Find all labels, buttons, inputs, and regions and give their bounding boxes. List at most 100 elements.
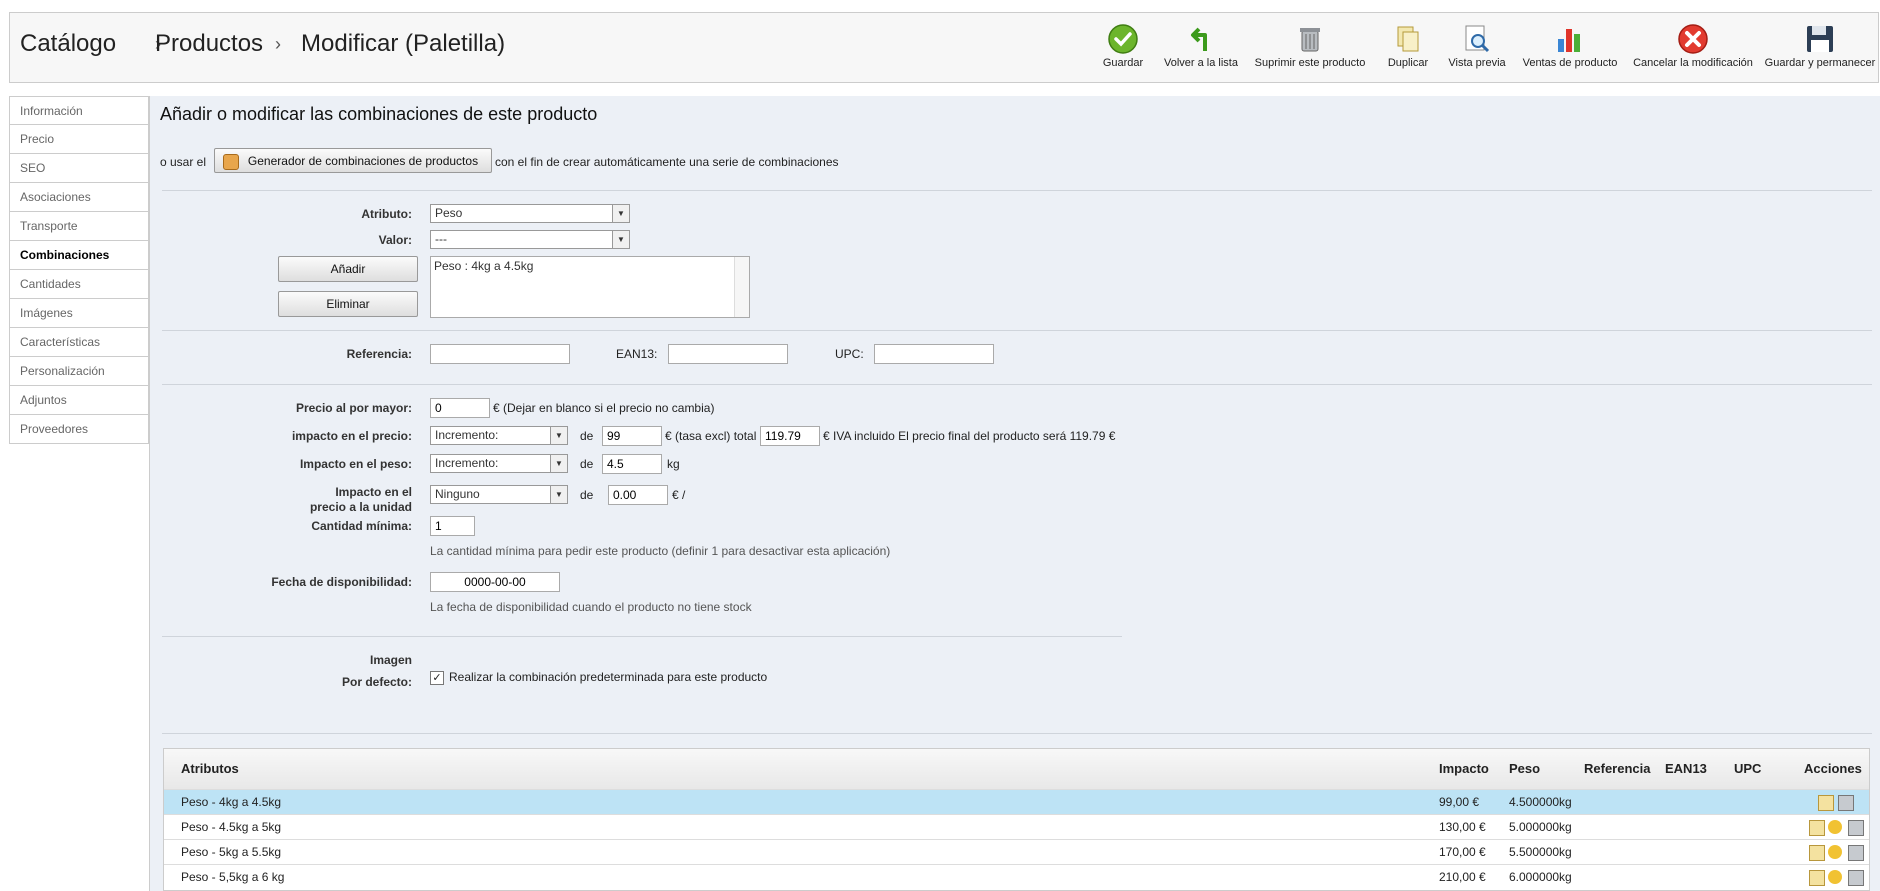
delete-icon[interactable] bbox=[1848, 820, 1864, 836]
back-arrow-icon bbox=[1191, 27, 1207, 51]
product-sales-button[interactable]: Ventas de producto bbox=[1518, 23, 1622, 69]
price-final-text: € IVA incluido El precio final del produ… bbox=[823, 429, 1116, 443]
edit-icon[interactable] bbox=[1809, 845, 1825, 861]
weight-impact-input[interactable] bbox=[602, 454, 662, 474]
delete-product-label: Suprimir este producto bbox=[1254, 57, 1366, 69]
price-total-input[interactable] bbox=[760, 426, 820, 446]
sidebar-item-personalizacion[interactable]: Personalización bbox=[9, 357, 149, 386]
cancel-icon bbox=[1678, 24, 1708, 54]
default-star-icon[interactable] bbox=[1828, 870, 1842, 884]
combination-list[interactable]: Peso : 4kg a 4.5kg bbox=[430, 256, 750, 318]
upc-label: UPC: bbox=[835, 347, 864, 361]
availability-label: Fecha de disponibilidad: bbox=[271, 575, 412, 589]
save-and-stay-button[interactable]: Guardar y permanecer bbox=[1762, 23, 1878, 69]
sidebar-item-imagenes[interactable]: Imágenes bbox=[9, 299, 149, 328]
delete-icon[interactable] bbox=[1848, 845, 1864, 861]
add-button[interactable]: Añadir bbox=[278, 256, 418, 282]
table-row[interactable]: Peso - 5,5kg a 6 kg 210,00 € 6.000000kg bbox=[164, 864, 1869, 889]
edit-icon[interactable] bbox=[1818, 795, 1834, 811]
trash-icon bbox=[1300, 28, 1320, 52]
sidebar-item-caracteristicas[interactable]: Características bbox=[9, 328, 149, 357]
combinations-table: Atributos Impacto Peso Referencia EAN13 … bbox=[163, 748, 1870, 891]
delete-button[interactable]: Eliminar bbox=[278, 291, 418, 317]
breadcrumb-productos[interactable]: Productos bbox=[155, 30, 263, 58]
unit-impact-label-1: Impacto en el bbox=[335, 485, 412, 499]
generator-suffix: con el fin de crear automáticamente una … bbox=[495, 155, 839, 169]
row-weight: 4.500000kg bbox=[1509, 795, 1572, 809]
save-button[interactable]: Guardar bbox=[1088, 23, 1158, 69]
combination-generator-button[interactable]: Generador de combinaciones de productos bbox=[214, 148, 492, 173]
combination-list-item[interactable]: Peso : 4kg a 4.5kg bbox=[434, 259, 533, 273]
generator-prefix: o usar el bbox=[160, 155, 207, 169]
row-weight: 5.000000kg bbox=[1509, 820, 1572, 834]
duplicate-icon bbox=[1397, 26, 1419, 52]
col-header-peso: Peso bbox=[1509, 761, 1541, 776]
attribute-select-value: Peso bbox=[435, 206, 463, 220]
row-attributes: Peso - 4kg a 4.5kg bbox=[181, 795, 282, 809]
col-header-upc: UPC bbox=[1734, 761, 1762, 776]
table-row[interactable]: Peso - 4.5kg a 5kg 130,00 € 5.000000kg bbox=[164, 814, 1869, 839]
row-attributes: Peso - 5kg a 5.5kg bbox=[181, 845, 282, 859]
default-star-icon[interactable] bbox=[1828, 820, 1842, 834]
edit-icon[interactable] bbox=[1809, 820, 1825, 836]
default-star-icon[interactable] bbox=[1828, 845, 1842, 859]
attribute-select[interactable]: Peso ▼ bbox=[430, 204, 630, 223]
de-label: de bbox=[580, 457, 594, 471]
ean13-input[interactable] bbox=[668, 344, 788, 364]
value-select-value: --- bbox=[435, 232, 447, 246]
value-select[interactable]: --- ▼ bbox=[430, 230, 630, 249]
delete-icon[interactable] bbox=[1848, 870, 1864, 886]
edit-icon[interactable] bbox=[1809, 870, 1825, 886]
col-header-ean13: EAN13 bbox=[1665, 761, 1707, 776]
wholesale-input[interactable] bbox=[430, 398, 490, 418]
sidebar-item-cantidades[interactable]: Cantidades bbox=[9, 270, 149, 299]
weight-impact-label: Impacto en el peso: bbox=[299, 457, 412, 471]
breadcrumb-catalogo[interactable]: Catálogo bbox=[20, 30, 116, 58]
preview-button[interactable]: Vista previa bbox=[1442, 23, 1512, 69]
delete-product-button[interactable]: Suprimir este producto bbox=[1250, 23, 1370, 69]
sales-chart-icon bbox=[1558, 29, 1580, 52]
reference-label: Referencia: bbox=[346, 347, 412, 361]
back-to-list-button[interactable]: Volver a la lista bbox=[1156, 23, 1246, 69]
sidebar-item-informacion[interactable]: Información bbox=[9, 96, 149, 125]
sidebar-item-proveedores[interactable]: Proveedores bbox=[9, 415, 149, 444]
table-row[interactable]: Peso - 5kg a 5.5kg 170,00 € 5.500000kg bbox=[164, 839, 1869, 864]
reference-input[interactable] bbox=[430, 344, 570, 364]
de-label: de bbox=[580, 429, 594, 443]
save-label: Guardar bbox=[1102, 57, 1144, 69]
default-checkbox[interactable]: ✓ bbox=[430, 671, 444, 685]
unit-impact-select[interactable]: Ninguno ▼ bbox=[430, 485, 568, 504]
sidebar-item-adjuntos[interactable]: Adjuntos bbox=[9, 386, 149, 415]
price-impact-label: impacto en el precio: bbox=[291, 429, 412, 443]
weight-impact-select[interactable]: Incremento: ▼ bbox=[430, 454, 568, 473]
sidebar-item-precio[interactable]: Precio bbox=[9, 125, 149, 154]
sidebar-item-seo[interactable]: SEO bbox=[9, 154, 149, 183]
table-row[interactable]: Peso - 4kg a 4.5kg 99,00 € 4.500000kg bbox=[164, 789, 1869, 814]
sidebar-item-transporte[interactable]: Transporte bbox=[9, 212, 149, 241]
delete-icon[interactable] bbox=[1838, 795, 1854, 811]
cancel-button[interactable]: Cancelar la modificación bbox=[1626, 23, 1760, 69]
upc-input[interactable] bbox=[874, 344, 994, 364]
preview-icon bbox=[1465, 25, 1490, 53]
duplicate-label: Duplicar bbox=[1387, 57, 1429, 69]
preview-label: Vista previa bbox=[1448, 57, 1506, 69]
price-impact-input[interactable] bbox=[602, 426, 662, 446]
sidebar-item-combinaciones[interactable]: Combinaciones bbox=[9, 241, 149, 270]
page-title: Añadir o modificar las combinaciones de … bbox=[160, 104, 598, 124]
price-tax-text: € (tasa excl) total bbox=[665, 429, 757, 443]
price-impact-select[interactable]: Incremento: ▼ bbox=[430, 426, 568, 445]
scrollbar[interactable] bbox=[734, 257, 749, 317]
save-check-icon bbox=[1108, 24, 1138, 54]
duplicate-button[interactable]: Duplicar bbox=[1378, 23, 1438, 69]
availability-hint: La fecha de disponibilidad cuando el pro… bbox=[430, 600, 752, 614]
min-qty-input[interactable] bbox=[430, 516, 475, 536]
divider bbox=[162, 330, 1872, 331]
sidebar-item-asociaciones[interactable]: Asociaciones bbox=[9, 183, 149, 212]
save-stay-label: Guardar y permanecer bbox=[1764, 57, 1876, 69]
price-impact-select-value: Incremento: bbox=[435, 428, 499, 442]
row-impact: 130,00 € bbox=[1439, 820, 1486, 834]
availability-date-input[interactable] bbox=[430, 572, 560, 592]
min-qty-hint: La cantidad mínima para pedir este produ… bbox=[430, 544, 891, 558]
default-checkbox-label: Realizar la combinación predeterminada p… bbox=[449, 670, 768, 684]
unit-impact-input[interactable] bbox=[608, 485, 668, 505]
